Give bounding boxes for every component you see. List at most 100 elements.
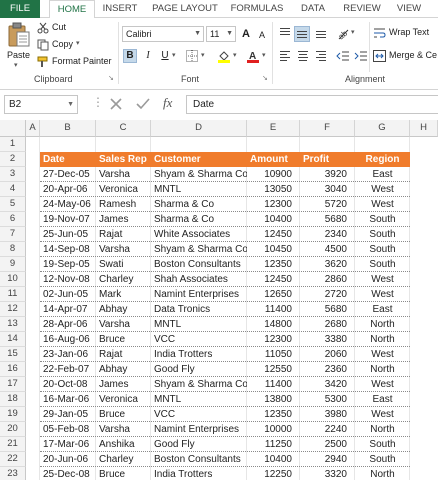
- font-name-select[interactable]: Calibri ▼: [122, 26, 204, 42]
- table-cell[interactable]: 10450: [247, 242, 300, 257]
- table-cell[interactable]: 3320: [300, 467, 355, 480]
- table-cell[interactable]: 5680: [300, 212, 355, 227]
- row-header[interactable]: 12: [0, 302, 26, 317]
- table-cell[interactable]: India Trotters: [151, 347, 247, 362]
- table-cell[interactable]: Varsha: [96, 242, 151, 257]
- table-cell[interactable]: 3420: [300, 377, 355, 392]
- table-cell[interactable]: James: [96, 212, 151, 227]
- table-cell[interactable]: Bruce: [96, 332, 151, 347]
- table-cell[interactable]: Good Fly: [151, 362, 247, 377]
- table-cell[interactable]: Rajat: [96, 347, 151, 362]
- shrink-font-button[interactable]: A: [255, 28, 269, 42]
- table-cell[interactable]: East: [355, 302, 410, 317]
- row-header[interactable]: 19: [0, 407, 26, 422]
- table-cell[interactable]: North: [355, 317, 410, 332]
- align-left-button[interactable]: [278, 49, 292, 63]
- table-cell[interactable]: 22-Feb-07: [40, 362, 96, 377]
- row-header[interactable]: 23: [0, 467, 26, 480]
- table-cell[interactable]: 12450: [247, 272, 300, 287]
- borders-dropdown-icon[interactable]: ▾: [201, 51, 205, 59]
- cancel-icon[interactable]: [110, 98, 122, 110]
- table-cell[interactable]: 2060: [300, 347, 355, 362]
- bold-button[interactable]: B: [123, 49, 137, 63]
- tab-page-layout[interactable]: PAGE LAYOUT: [148, 0, 222, 18]
- table-cell[interactable]: 25-Dec-08: [40, 467, 96, 480]
- tab-home[interactable]: HOME: [49, 0, 95, 19]
- more-options-icon[interactable]: ⋮: [92, 95, 104, 109]
- row-header[interactable]: 7: [0, 227, 26, 242]
- table-cell[interactable]: 2860: [300, 272, 355, 287]
- table-cell[interactable]: 12-Nov-08: [40, 272, 96, 287]
- column-header-f[interactable]: F: [300, 120, 355, 137]
- table-cell[interactable]: 14800: [247, 317, 300, 332]
- table-cell[interactable]: 19-Nov-07: [40, 212, 96, 227]
- row-header[interactable]: 14: [0, 332, 26, 347]
- table-cell[interactable]: 4500: [300, 242, 355, 257]
- table-cell[interactable]: 12450: [247, 227, 300, 242]
- formula-input[interactable]: Date: [186, 95, 438, 114]
- table-cell[interactable]: South: [355, 242, 410, 257]
- table-header-cell[interactable]: Amount: [247, 152, 300, 167]
- table-cell[interactable]: Namint Enterprises: [151, 287, 247, 302]
- table-cell[interactable]: 11400: [247, 302, 300, 317]
- column-header-c[interactable]: C: [96, 120, 151, 137]
- table-cell[interactable]: MNTL: [151, 182, 247, 197]
- grow-font-button[interactable]: A: [239, 27, 253, 41]
- font-launcher-icon[interactable]: ↘: [262, 74, 268, 82]
- bottom-align-button[interactable]: [314, 26, 328, 40]
- table-cell[interactable]: 5720: [300, 197, 355, 212]
- row-header[interactable]: 3: [0, 167, 26, 182]
- table-cell[interactable]: 20-Oct-08: [40, 377, 96, 392]
- table-cell[interactable]: Varsha: [96, 167, 151, 182]
- table-cell[interactable]: Veronica: [96, 392, 151, 407]
- table-cell[interactable]: 11250: [247, 437, 300, 452]
- table-cell[interactable]: 12550: [247, 362, 300, 377]
- table-cell[interactable]: South: [355, 212, 410, 227]
- italic-button[interactable]: I: [141, 49, 155, 63]
- table-cell[interactable]: 12650: [247, 287, 300, 302]
- row-header[interactable]: 10: [0, 272, 26, 287]
- tab-view[interactable]: VIEW: [392, 0, 426, 18]
- table-cell[interactable]: West: [355, 272, 410, 287]
- table-cell[interactable]: West: [355, 347, 410, 362]
- font-color-icon[interactable]: A: [246, 49, 260, 63]
- table-cell[interactable]: West: [355, 197, 410, 212]
- column-header-b[interactable]: B: [40, 120, 96, 137]
- table-cell[interactable]: North: [355, 362, 410, 377]
- select-all-corner[interactable]: [0, 120, 26, 137]
- table-cell[interactable]: 29-Jan-05: [40, 407, 96, 422]
- format-painter-button[interactable]: Format Painter: [37, 55, 117, 69]
- table-cell[interactable]: Sharma & Co: [151, 197, 247, 212]
- table-cell[interactable]: Abhay: [96, 362, 151, 377]
- table-cell[interactable]: James: [96, 377, 151, 392]
- middle-align-button[interactable]: [294, 26, 310, 42]
- table-cell[interactable]: 11400: [247, 377, 300, 392]
- column-header-a[interactable]: A: [26, 120, 40, 137]
- row-header[interactable]: 4: [0, 182, 26, 197]
- row-header[interactable]: 15: [0, 347, 26, 362]
- table-cell[interactable]: Abhay: [96, 302, 151, 317]
- tab-review[interactable]: REVIEW: [338, 0, 386, 18]
- table-cell[interactable]: Shyam & Sharma Co: [151, 167, 247, 182]
- table-cell[interactable]: 2940: [300, 452, 355, 467]
- insert-function-icon[interactable]: fx: [163, 95, 172, 111]
- table-cell[interactable]: Anshika: [96, 437, 151, 452]
- table-cell[interactable]: 05-Feb-08: [40, 422, 96, 437]
- table-cell[interactable]: Veronica: [96, 182, 151, 197]
- table-cell[interactable]: Boston Consultants: [151, 257, 247, 272]
- table-cell[interactable]: 2500: [300, 437, 355, 452]
- table-cell[interactable]: 10000: [247, 422, 300, 437]
- table-cell[interactable]: 5300: [300, 392, 355, 407]
- table-cell[interactable]: South: [355, 257, 410, 272]
- table-cell[interactable]: Bruce: [96, 467, 151, 480]
- row-header[interactable]: 18: [0, 392, 26, 407]
- table-cell[interactable]: 3980: [300, 407, 355, 422]
- table-cell[interactable]: West: [355, 377, 410, 392]
- underline-dropdown-icon[interactable]: ▾: [172, 51, 176, 59]
- table-cell[interactable]: Swati: [96, 257, 151, 272]
- table-cell[interactable]: 11050: [247, 347, 300, 362]
- table-header-cell[interactable]: Date: [40, 152, 96, 167]
- table-cell[interactable]: Bruce: [96, 407, 151, 422]
- wrap-text-button[interactable]: Wrap Text: [373, 26, 438, 40]
- table-cell[interactable]: East: [355, 392, 410, 407]
